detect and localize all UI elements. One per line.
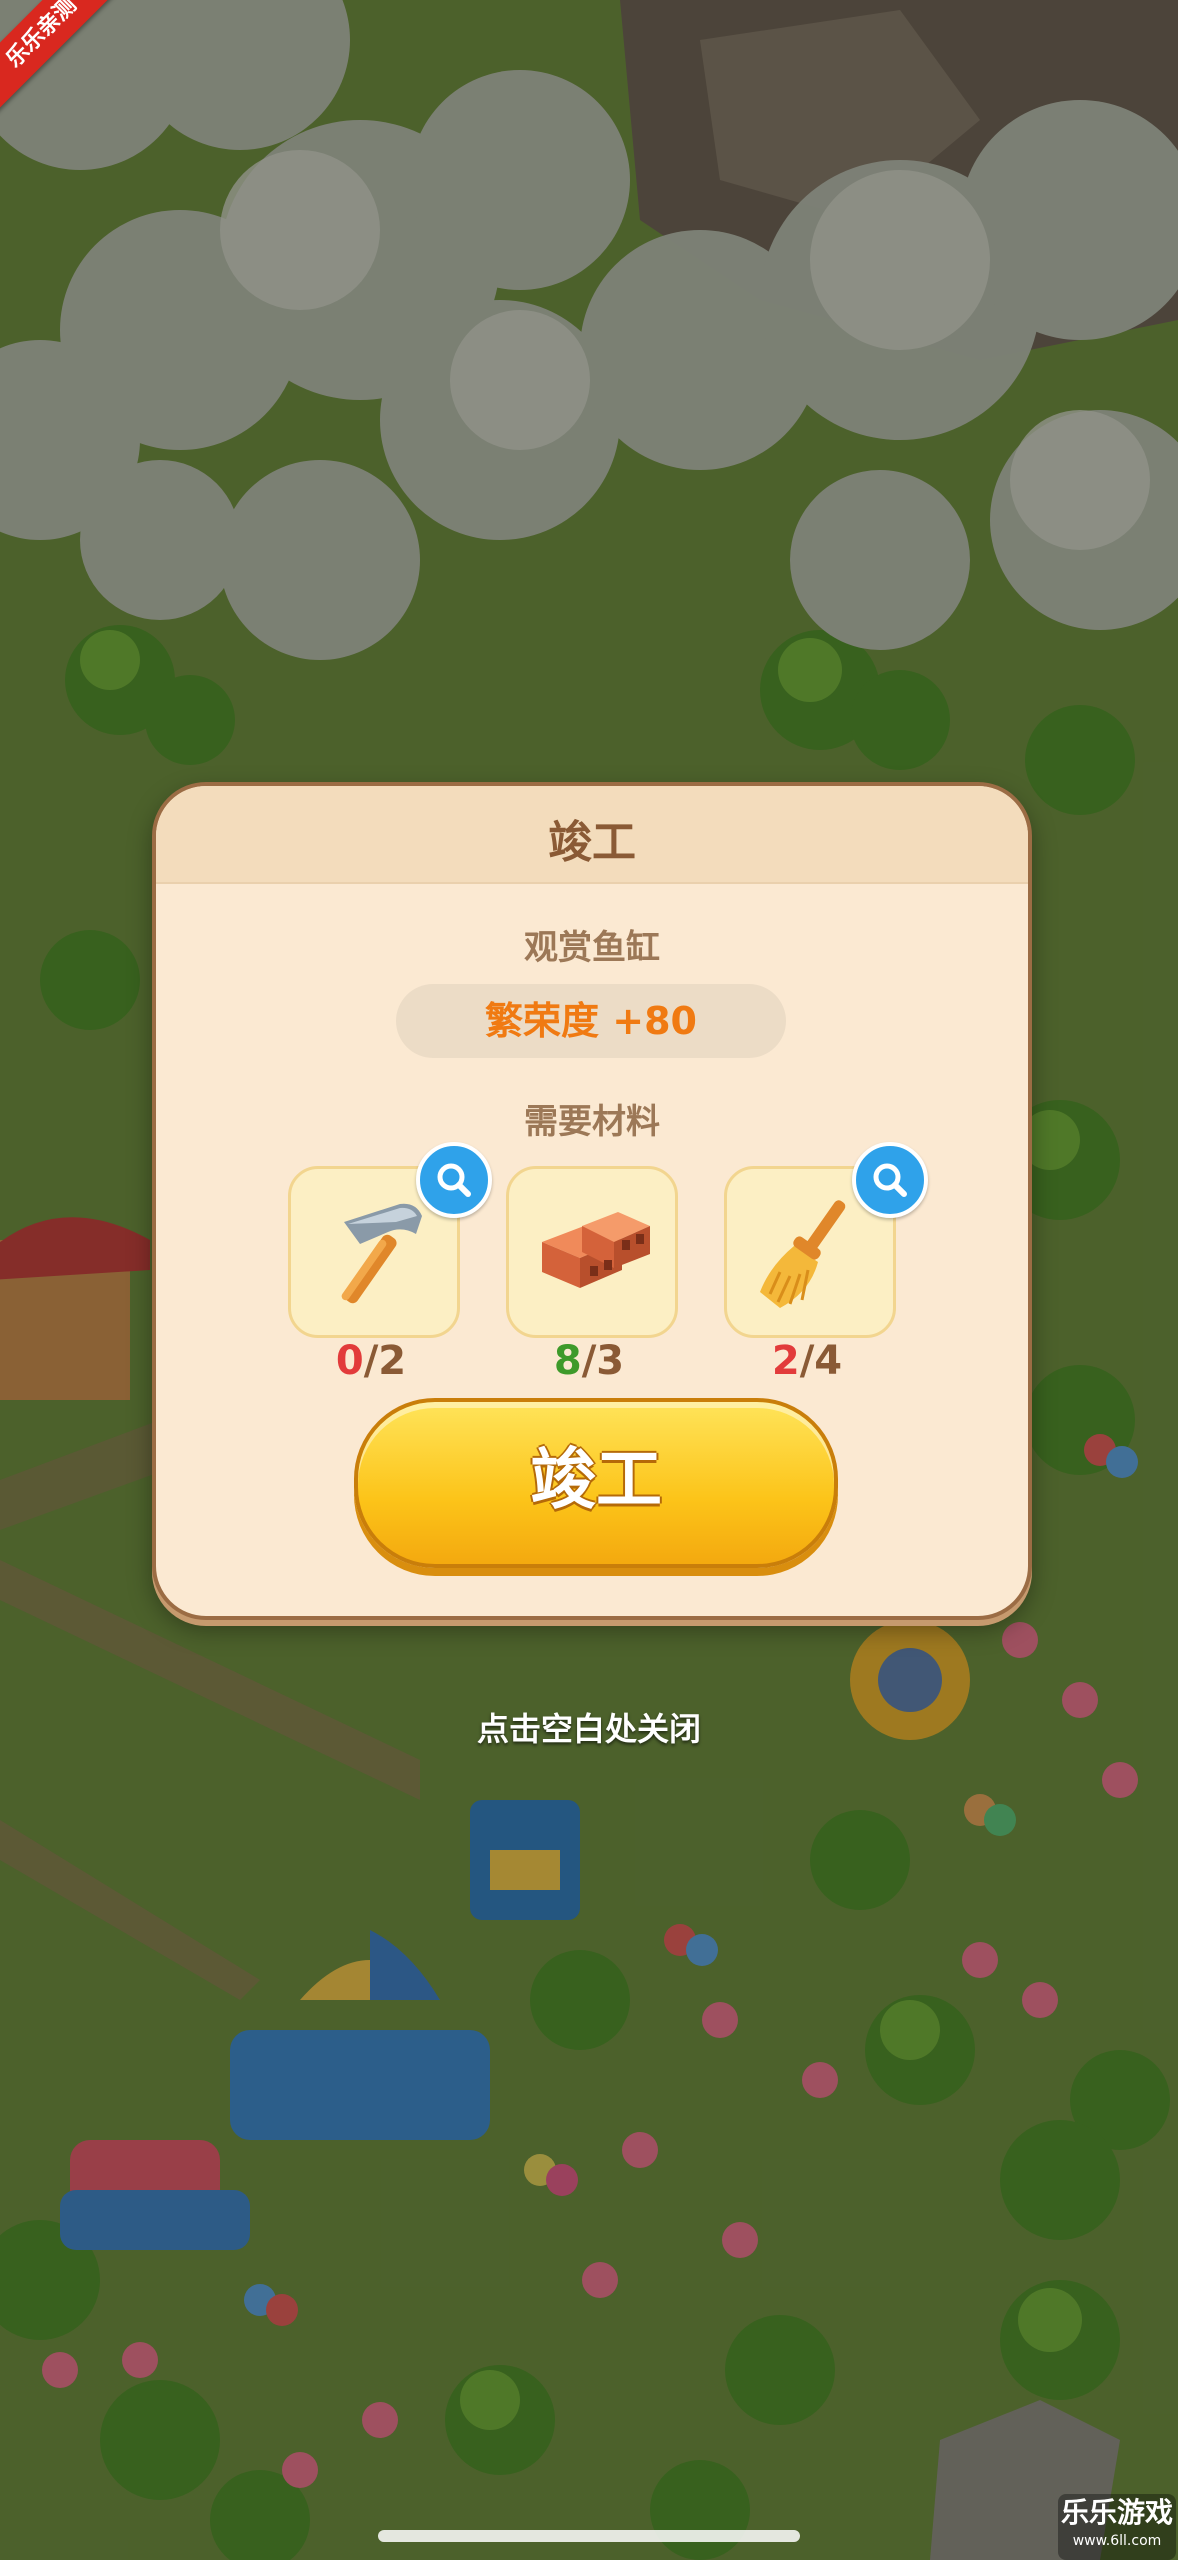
materials-label: 需要材料 (524, 1102, 660, 1142)
prosperity-reward: 繁荣度 +80 (396, 984, 786, 1058)
search-icon[interactable] (852, 1142, 928, 1218)
building-name: 观赏鱼缸 (524, 928, 660, 968)
material-need: /4 (799, 1338, 843, 1384)
close-hint: 点击空白处关闭 (476, 1710, 701, 1748)
material-have: 2 (771, 1338, 800, 1384)
material-have: 0 (335, 1338, 364, 1384)
complete-construction-button[interactable]: 竣工 (354, 1398, 838, 1568)
bricks-icon (542, 1212, 650, 1288)
material-have: 8 (553, 1338, 582, 1384)
home-indicator[interactable] (378, 2530, 800, 2542)
watermark-main: 乐乐游戏 (1060, 2496, 1173, 2529)
watermark-sub: www.6ll.com (1072, 2533, 1162, 2549)
watermark-logo: 乐乐游戏 www.6ll.com (1058, 2494, 1176, 2560)
dialog-title: 竣工 (548, 817, 636, 868)
material-count-bricks: 8/3 (506, 1338, 672, 1384)
completion-dialog: 竣工 观赏鱼缸 繁荣度 +80 需要材料 0/2 8/3 2/4 竣工 (152, 782, 1032, 1620)
search-icon[interactable] (416, 1142, 492, 1218)
material-need: /2 (363, 1338, 407, 1384)
material-count-hammer: 0/2 (288, 1338, 454, 1384)
material-need: /3 (581, 1338, 625, 1384)
material-slot-bricks[interactable] (506, 1166, 678, 1338)
material-count-broom: 2/4 (724, 1338, 890, 1384)
